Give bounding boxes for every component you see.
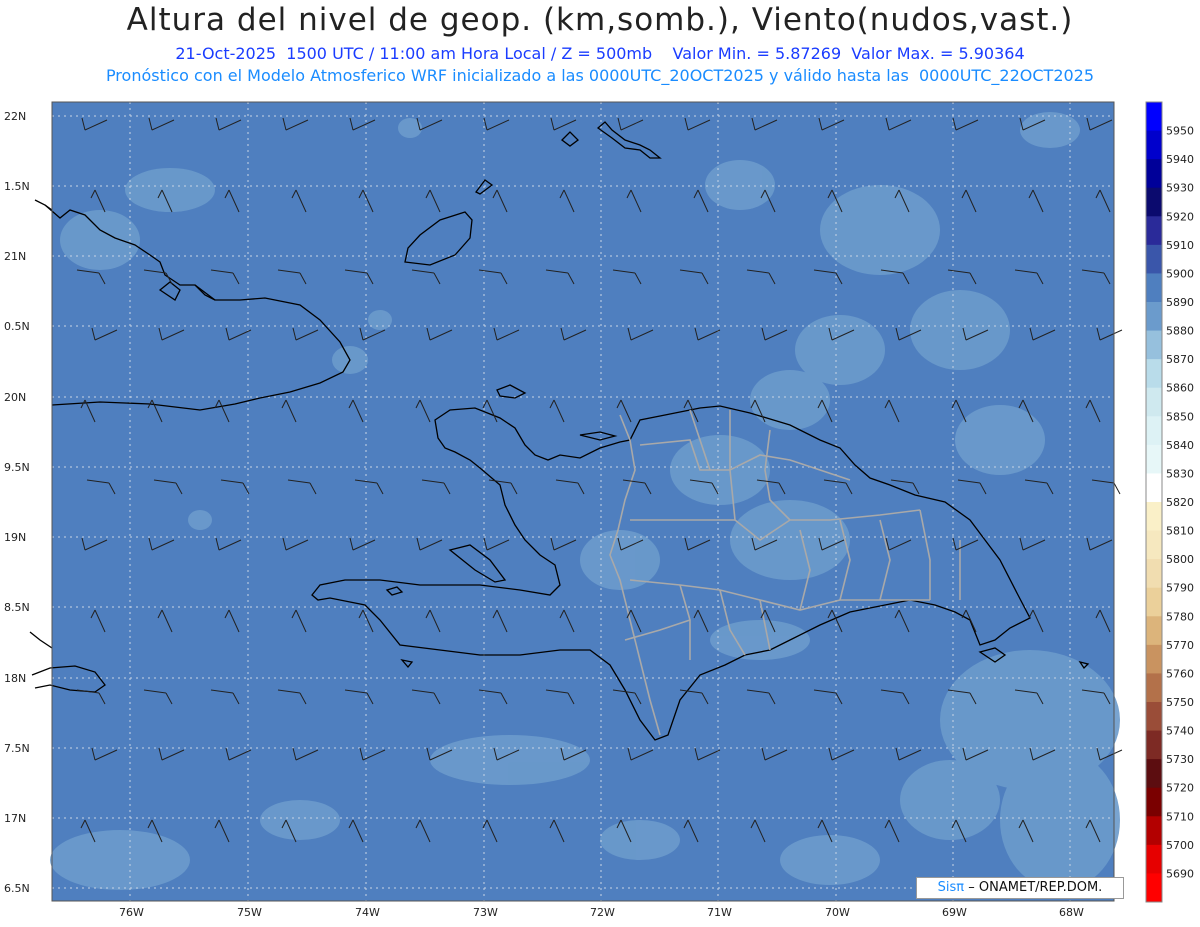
colorbar-swatch (1146, 102, 1162, 132)
lat-label: 17N (4, 812, 26, 825)
colorbar-swatch (1146, 673, 1162, 703)
lat-label: 20N (4, 391, 26, 404)
valid-time-line: 21-Oct-2025 1500 UTC / 11:00 am Hora Loc… (175, 44, 1025, 63)
lat-label: 22N (4, 110, 26, 123)
colorbar-swatch (1146, 216, 1162, 246)
lon-label: 72W (590, 906, 615, 919)
colorbar-swatch (1146, 702, 1162, 732)
colorbar-label: 5770 (1166, 639, 1194, 652)
colorbar-swatch (1146, 616, 1162, 646)
credit-box: Sisπ – ONAMET/REP.DOM. (916, 877, 1124, 899)
colorbar-label: 5690 (1166, 867, 1194, 880)
colorbar-label: 5750 (1166, 696, 1194, 709)
colorbar-swatch (1146, 787, 1162, 817)
colorbar-label: 5900 (1166, 267, 1194, 280)
colorbar-label: 5790 (1166, 582, 1194, 595)
lat-label: 0.5N (4, 320, 30, 333)
colorbar-swatch (1146, 587, 1162, 617)
colorbar-swatch (1146, 387, 1162, 417)
colorbar-label: 5780 (1166, 610, 1194, 623)
lat-label: 9.5N (4, 461, 30, 474)
colorbar-label: 5860 (1166, 382, 1194, 395)
lon-label: 75W (237, 906, 262, 919)
lat-label: 7.5N (4, 742, 30, 755)
colorbar-label: 5950 (1166, 125, 1194, 138)
colorbar-label: 5840 (1166, 439, 1194, 452)
colorbar-swatch (1146, 644, 1162, 674)
colorbar-swatch (1146, 416, 1162, 446)
colorbar: 5950 5940 5930 5920 5910 5900 5890 5880 5870 5860… (1145, 101, 1194, 903)
forecast-map: 22N 1.5N 21N 0.5N 20N 9.5N 19N 8.5N 18N … (4, 101, 1194, 919)
model-info-line: Pronóstico con el Modelo Atmosferico WRF… (105, 66, 1095, 85)
lat-label: 18N (4, 672, 26, 685)
colorbar-label: 5810 (1166, 525, 1194, 538)
lat-label: 21N (4, 250, 26, 263)
colorbar-swatch (1146, 873, 1162, 903)
sispi-logo: Sisπ (937, 880, 965, 895)
lon-label: 76W (119, 906, 144, 919)
colorbar-label: 5890 (1166, 296, 1194, 309)
colorbar-swatch (1146, 359, 1162, 389)
colorbar-swatch (1146, 130, 1162, 160)
colorbar-label: 5800 (1166, 553, 1194, 566)
lon-label: 74W (355, 906, 380, 919)
colorbar-label: 5940 (1166, 153, 1194, 166)
lon-label: 69W (942, 906, 967, 919)
colorbar-label: 5720 (1166, 782, 1194, 795)
colorbar-swatch (1146, 816, 1162, 846)
colorbar-swatch (1146, 759, 1162, 789)
lat-label: 8.5N (4, 601, 30, 614)
colorbar-label: 5710 (1166, 810, 1194, 823)
colorbar-swatch (1146, 444, 1162, 474)
colorbar-label: 5880 (1166, 325, 1194, 338)
colorbar-label: 5700 (1166, 839, 1194, 852)
colorbar-swatch (1146, 330, 1162, 360)
colorbar-label: 5930 (1166, 182, 1194, 195)
colorbar-label: 5760 (1166, 667, 1194, 680)
colorbar-swatch (1146, 844, 1162, 874)
colorbar-swatch (1146, 302, 1162, 332)
map-title: Altura del nivel de geop. (km,somb.), Vi… (126, 2, 1074, 38)
colorbar-label: 5850 (1166, 410, 1194, 423)
colorbar-swatch (1146, 730, 1162, 760)
credit-text: – ONAMET/REP.DOM. (968, 880, 1103, 895)
lat-label: 6.5N (4, 882, 30, 895)
colorbar-label: 5920 (1166, 210, 1194, 223)
lon-label: 73W (473, 906, 498, 919)
colorbar-label: 5870 (1166, 353, 1194, 366)
colorbar-swatch (1146, 273, 1162, 303)
lat-label: 19N (4, 531, 26, 544)
colorbar-label: 5740 (1166, 725, 1194, 738)
colorbar-label: 5830 (1166, 467, 1194, 480)
colorbar-swatch (1146, 244, 1162, 274)
colorbar-swatch (1146, 502, 1162, 532)
colorbar-swatch (1146, 559, 1162, 589)
lon-label: 70W (825, 906, 850, 919)
lat-label: 1.5N (4, 180, 30, 193)
latitude-axis: 22N 1.5N 21N 0.5N 20N 9.5N 19N 8.5N 18N … (4, 110, 30, 895)
colorbar-label: 5910 (1166, 239, 1194, 252)
colorbar-label: 5820 (1166, 496, 1194, 509)
lon-label: 71W (707, 906, 732, 919)
longitude-axis: 76W 75W 74W 73W 72W 71W 70W 69W 68W (119, 906, 1084, 919)
colorbar-label: 5730 (1166, 753, 1194, 766)
colorbar-swatch (1146, 473, 1162, 503)
colorbar-swatch (1146, 159, 1162, 189)
colorbar-swatch (1146, 530, 1162, 560)
colorbar-swatch (1146, 187, 1162, 217)
lon-label: 68W (1059, 906, 1084, 919)
